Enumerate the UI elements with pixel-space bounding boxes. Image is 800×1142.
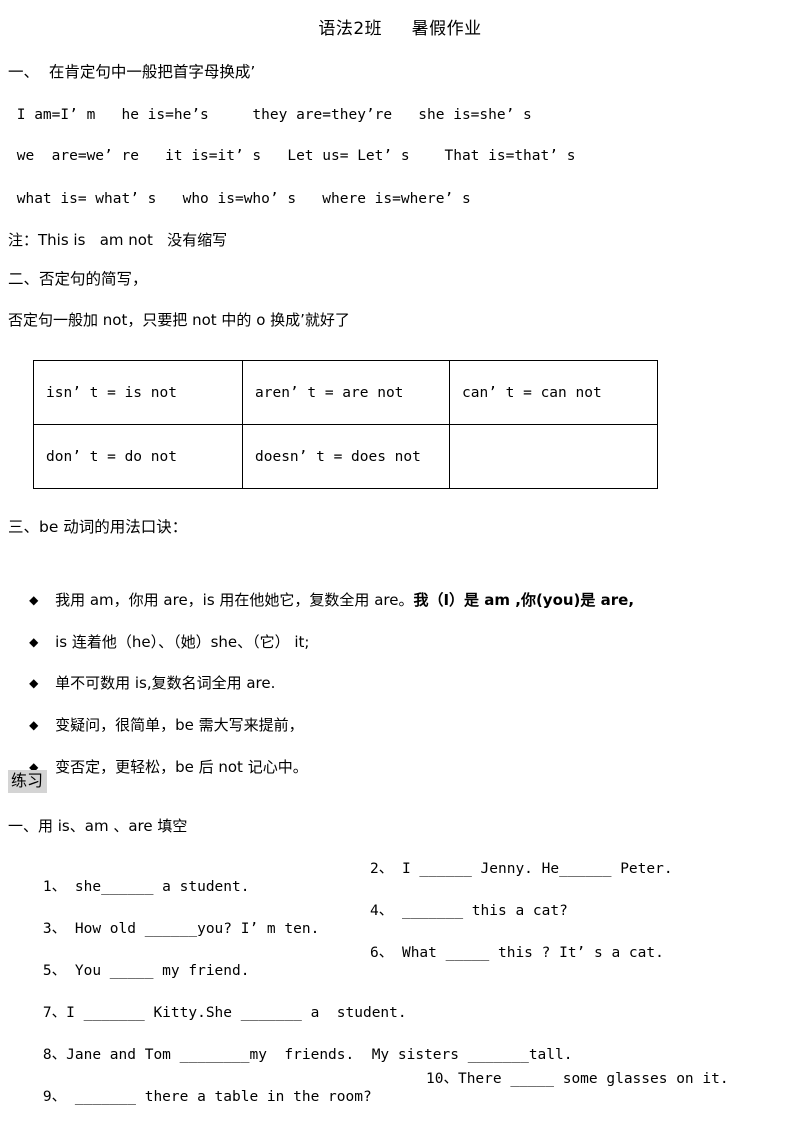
- practice-instruction: 一、用 is、am 、are 填空: [8, 817, 188, 835]
- section-2-heading: 二、否定句的简写，: [8, 270, 148, 288]
- exercise-right: 6、 What _____ this ? It’ s a cat.: [370, 945, 664, 961]
- table-row: don’ t = do not doesn’ t = does not: [33, 424, 658, 489]
- list-item-label: 变疑问，很简单，be 需大写来提前，: [55, 716, 304, 734]
- exercise-right: 10、There _____ some glasses on it.: [426, 1071, 729, 1087]
- list-item-label: 变否定，更轻松，be 后 not 记心中。: [55, 758, 308, 776]
- page-title: 语法2班 暑假作业: [318, 19, 482, 39]
- section-2-rule: 否定句一般加 not，只要把 not 中的 o 换成’就好了: [8, 311, 350, 329]
- list-item: ◆ 变否定，更轻松，be 后 not 记心中。: [10, 740, 308, 794]
- exercise-left: 9、 _______ there a table in the room?: [42, 1089, 372, 1105]
- exercise-left: 5、 You _____ my friend.: [42, 963, 250, 979]
- diamond-bullet-icon: ◆: [29, 718, 39, 732]
- table-cell: don’ t = do not: [33, 424, 243, 489]
- list-item-label: 我用 am，你用 are，is 用在他她它，复数全用 are。: [55, 591, 414, 609]
- exercise-left: 8、Jane and Tom ________my friends. My si…: [42, 1047, 573, 1063]
- diamond-bullet-icon: ◆: [29, 676, 39, 690]
- exercise-right: 4、 _______ this a cat?: [370, 903, 568, 919]
- section-1-heading: 一、 在肯定句中一般把首字母换成’: [8, 63, 256, 81]
- table-cell: isn’ t = is not: [33, 360, 243, 425]
- list-item-label: 单不可数用 is,复数名词全用 are.: [55, 674, 276, 692]
- exercise-left: 3、 How old ______you? I’ m ten.: [42, 921, 320, 937]
- negative-contractions-table: isn’ t = is not aren’ t = are not can’ t…: [33, 360, 658, 489]
- table-cell: [449, 424, 658, 489]
- table-cell: aren’ t = are not: [242, 360, 450, 425]
- practice-heading-highlight: 练习: [8, 770, 48, 793]
- diamond-bullet-icon: ◆: [29, 593, 39, 607]
- table-cell: doesn’ t = does not: [242, 424, 450, 489]
- list-item-label: is 连着他（he）、（她）she、（它） it;: [55, 633, 310, 651]
- exercise-row: 9、 _______ there a table in the room? 10…: [8, 1070, 792, 1142]
- table-cell: can’ t = can not: [449, 360, 658, 425]
- diamond-bullet-icon: ◆: [29, 635, 39, 649]
- section-1-note: 注：This is am not 没有缩写: [8, 231, 228, 249]
- document-page: 语法2班 暑假作业 一、 在肯定句中一般把首字母换成’ I am=I’ m he…: [0, 0, 800, 1132]
- contraction-line-2: we are=we’ re it is=it’ s Let us= Let’ s…: [8, 148, 576, 164]
- table-row: isn’ t = is not aren’ t = are not can’ t…: [33, 360, 658, 425]
- exercise-left: 1、 she______ a student.: [42, 879, 250, 895]
- exercise-right: 2、 I ______ Jenny. He______ Peter.: [370, 861, 673, 877]
- list-item-label-bold: 我（I）是 am ,你(you)是 are,: [413, 591, 635, 609]
- contraction-line-1: I am=I’ m he is=he’s they are=they’re sh…: [8, 107, 532, 123]
- exercise-left: 7、I _______ Kitty.She _______ a student.: [42, 1005, 407, 1021]
- contraction-line-3: what is= what’ s who is=who’ s where is=…: [8, 191, 471, 207]
- section-3-heading: 三、be 动词的用法口诀：: [8, 518, 188, 536]
